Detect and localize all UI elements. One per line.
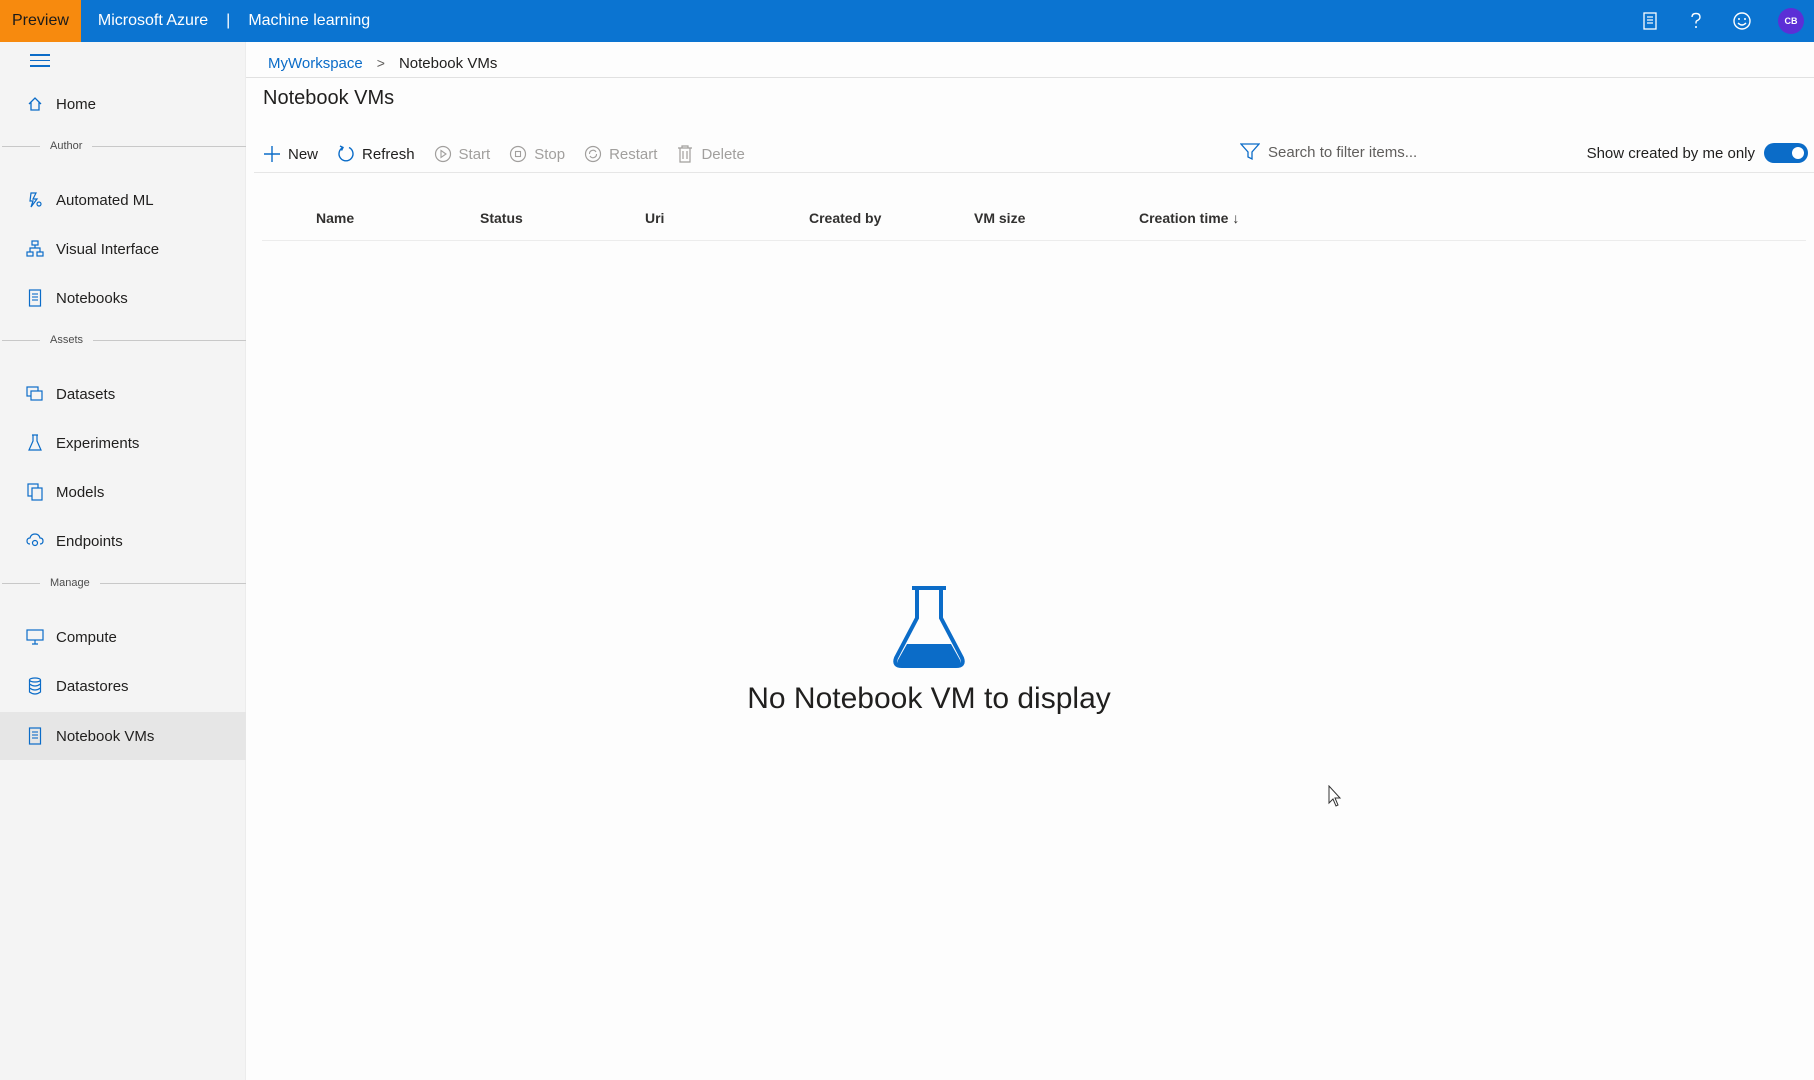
stop-label: Stop: [534, 145, 566, 163]
table-header: Name Status Uri Created by VM size Creat…: [262, 202, 1806, 240]
help-icon[interactable]: [1686, 11, 1706, 31]
divider: [246, 77, 1814, 78]
sidebar-item-label: Datastores: [56, 677, 129, 695]
sidebar-item-label: Home: [56, 95, 97, 113]
section-label: Author: [50, 140, 83, 152]
column-header-name[interactable]: Name: [316, 210, 354, 226]
breadcrumb-workspace-link[interactable]: MyWorkspace: [268, 55, 363, 72]
sidebar-item-label: Models: [56, 483, 105, 501]
show-created-by-me-label: Show created by me only: [1586, 144, 1755, 162]
restart-label: Restart: [609, 145, 658, 163]
section-manage: Manage: [0, 575, 246, 591]
product-name[interactable]: Machine learning: [248, 12, 370, 30]
sidebar-item-notebook-vms[interactable]: Notebook VMs: [0, 712, 246, 760]
column-header-status[interactable]: Status: [480, 210, 523, 226]
new-label: New: [288, 145, 319, 163]
trash-icon: [675, 144, 695, 164]
notebook-icon: [26, 289, 44, 307]
section-label: Assets: [50, 334, 84, 346]
flask-icon: [893, 586, 965, 668]
empty-state: No Notebook VM to display: [246, 42, 1814, 1080]
sidebar-item-label: Experiments: [56, 434, 140, 452]
sidebar-item-visual-interface[interactable]: Visual Interface: [0, 225, 246, 273]
empty-state-message: No Notebook VM to display: [747, 682, 1111, 715]
delete-label: Delete: [701, 145, 745, 163]
sidebar-item-label: Datasets: [56, 385, 116, 403]
divider: [262, 240, 1806, 241]
preview-badge[interactable]: Preview: [0, 0, 81, 42]
datastores-icon: [26, 677, 44, 695]
divider: [254, 172, 1814, 173]
notes-icon[interactable]: [1640, 11, 1660, 31]
section-assets: Assets: [0, 332, 246, 348]
play-circle-icon: [433, 144, 453, 164]
brand-separator: |: [226, 12, 231, 29]
toolbar: New Refresh Start Stop Restart Delete: [262, 136, 763, 172]
new-button[interactable]: New: [262, 144, 318, 164]
column-header-creation-time[interactable]: Creation time ↓: [1139, 210, 1239, 226]
sidebar-item-notebooks[interactable]: Notebooks: [0, 274, 246, 322]
sidebar: Home Author Automated ML Visual Interfac…: [0, 42, 246, 1080]
sidebar-item-home[interactable]: Home: [0, 80, 246, 128]
models-icon: [26, 483, 44, 501]
avatar[interactable]: CB: [1778, 8, 1804, 34]
flask-icon: [26, 434, 44, 452]
sidebar-item-datasets[interactable]: Datasets: [0, 370, 246, 418]
sidebar-item-endpoints[interactable]: Endpoints: [0, 517, 246, 565]
filter-icon: [1239, 142, 1261, 162]
search-input[interactable]: Search to filter items...: [1239, 137, 1418, 167]
section-author: Author: [0, 138, 246, 154]
chevron-right-icon: >: [376, 55, 385, 71]
start-label: Start: [458, 145, 491, 163]
brand-link[interactable]: Microsoft Azure: [98, 12, 208, 30]
sidebar-item-label: Endpoints: [56, 532, 123, 550]
sidebar-item-automated-ml[interactable]: Automated ML: [0, 176, 246, 224]
sidebar-item-datastores[interactable]: Datastores: [0, 662, 246, 710]
breadcrumb-current: Notebook VMs: [398, 54, 498, 72]
smiley-icon[interactable]: [1732, 11, 1752, 31]
hamburger-menu-icon[interactable]: [30, 54, 50, 68]
datasets-icon: [26, 385, 44, 403]
refresh-label: Refresh: [362, 145, 415, 163]
restart-button[interactable]: Restart: [583, 144, 657, 164]
top-bar: Preview Microsoft Azure | Machine learni…: [0, 0, 1814, 42]
column-header-vm-size[interactable]: VM size: [974, 210, 1025, 226]
mouse-cursor-icon: [1328, 785, 1342, 807]
sidebar-item-label: Visual Interface: [56, 240, 160, 258]
notebook-vm-icon: [26, 727, 44, 745]
automated-ml-icon: [26, 191, 44, 209]
breadcrumb: MyWorkspace > Notebook VMs: [268, 50, 497, 76]
column-header-uri[interactable]: Uri: [645, 210, 664, 226]
sidebar-item-models[interactable]: Models: [0, 468, 246, 516]
refresh-icon: [336, 144, 356, 164]
restart-icon: [583, 144, 603, 164]
main-content: MyWorkspace > Notebook VMs Notebook VMs …: [246, 42, 1814, 1080]
show-created-by-me-toggle[interactable]: [1764, 143, 1808, 163]
section-label: Manage: [50, 577, 90, 589]
sidebar-item-label: Automated ML: [56, 191, 154, 209]
sidebar-item-label: Notebook VMs: [56, 727, 155, 745]
column-header-created-by[interactable]: Created by: [809, 210, 881, 226]
plus-icon: [262, 144, 282, 164]
visual-interface-icon: [26, 240, 44, 258]
search-placeholder: Search to filter items...: [1268, 143, 1418, 161]
refresh-button[interactable]: Refresh: [336, 144, 415, 164]
delete-button[interactable]: Delete: [675, 144, 745, 164]
endpoints-icon: [26, 532, 44, 550]
stop-button[interactable]: Stop: [508, 144, 565, 164]
sidebar-item-experiments[interactable]: Experiments: [0, 419, 246, 467]
stop-circle-icon: [508, 144, 528, 164]
compute-icon: [26, 628, 44, 646]
page-title: Notebook VMs: [263, 87, 395, 109]
show-created-by-me-filter: Show created by me only: [1587, 138, 1808, 168]
start-button[interactable]: Start: [433, 144, 491, 164]
sidebar-item-label: Notebooks: [56, 289, 128, 307]
sidebar-item-compute[interactable]: Compute: [0, 613, 246, 661]
sidebar-item-label: Compute: [56, 628, 117, 646]
home-icon: [26, 95, 44, 113]
